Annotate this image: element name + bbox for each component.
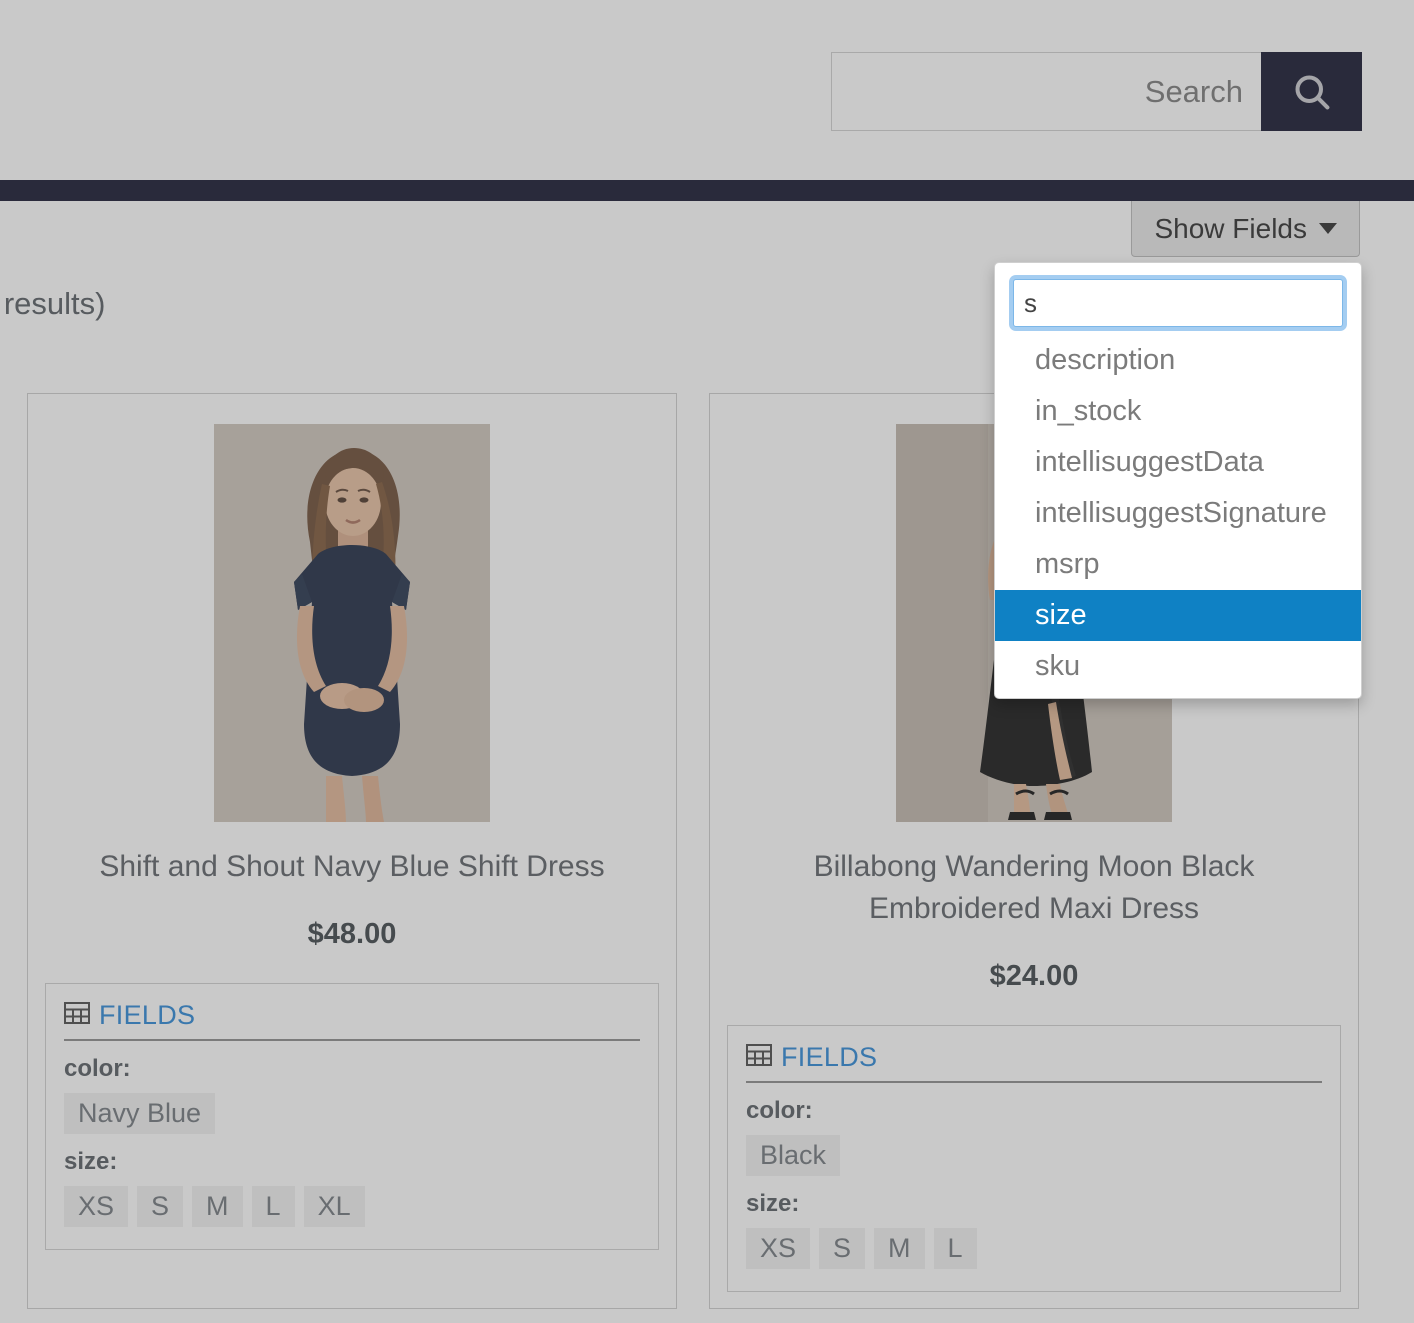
results-count: 6 results): [0, 286, 105, 322]
navy-divider-bar: [0, 180, 1414, 201]
field-value-chip: Navy Blue: [64, 1093, 215, 1134]
dropdown-item-sku[interactable]: sku: [995, 641, 1361, 692]
table-grid-icon: [64, 1001, 90, 1030]
field-value-chip: L: [252, 1186, 295, 1227]
dropdown-item-msrp[interactable]: msrp: [995, 539, 1361, 590]
field-value-chip: Black: [746, 1135, 840, 1176]
field-value-chip: XL: [304, 1186, 365, 1227]
search-submit-button[interactable]: [1261, 52, 1362, 131]
dropdown-item-intellisuggestData[interactable]: intellisuggestData: [995, 437, 1361, 488]
product-title: Shift and Shout Navy Blue Shift Dress: [72, 846, 632, 888]
dropdown-item-in_stock[interactable]: in_stock: [995, 386, 1361, 437]
search-input[interactable]: [831, 52, 1261, 131]
fields-panel-header: FIELDS: [64, 1000, 640, 1041]
fields-filter-input[interactable]: [1013, 279, 1343, 327]
dropdown-item-intellisuggestSignature[interactable]: intellisuggestSignature: [995, 488, 1361, 539]
field-key-color: color:: [746, 1097, 1322, 1125]
field-values-size: XS S M L XL: [64, 1186, 640, 1227]
fields-panel-header: FIELDS: [746, 1042, 1322, 1083]
field-values-size: XS S M L: [746, 1228, 1322, 1269]
product-price: $48.00: [308, 918, 397, 951]
field-values-color: Black: [746, 1135, 1322, 1176]
product-title: Billabong Wandering Moon Black Embroider…: [754, 846, 1314, 930]
fields-filter-wrap: [995, 263, 1361, 335]
show-fields-label: Show Fields: [1154, 213, 1307, 245]
field-value-chip: M: [192, 1186, 243, 1227]
show-fields-button[interactable]: Show Fields: [1131, 201, 1360, 257]
field-key-size: size:: [64, 1148, 640, 1176]
product-price: $24.00: [990, 960, 1079, 993]
fields-panel: FIELDS color: Black size: XS S M L: [727, 1025, 1341, 1292]
search-icon: [1290, 70, 1334, 114]
field-key-color: color:: [64, 1055, 640, 1083]
field-value-chip: XS: [64, 1186, 128, 1227]
field-value-chip: S: [137, 1186, 183, 1227]
search-bar: [831, 52, 1362, 131]
fields-panel: FIELDS color: Navy Blue size: XS S M L X…: [45, 983, 659, 1250]
field-value-chip: S: [819, 1228, 865, 1269]
show-fields-dropdown: description in_stock intellisuggestData …: [994, 262, 1362, 699]
fields-panel-label: FIELDS: [781, 1042, 877, 1073]
field-value-chip: M: [874, 1228, 925, 1269]
results-toolbar: Show Fields: [0, 201, 1414, 257]
product-card[interactable]: Shift and Shout Navy Blue Shift Dress $4…: [27, 393, 677, 1309]
dropdown-item-description[interactable]: description: [995, 335, 1361, 386]
fields-panel-label: FIELDS: [99, 1000, 195, 1031]
table-grid-icon: [746, 1043, 772, 1072]
chevron-down-icon: [1319, 223, 1337, 234]
dropdown-item-size[interactable]: size: [995, 590, 1361, 641]
field-key-size: size:: [746, 1190, 1322, 1218]
fields-dropdown-list: description in_stock intellisuggestData …: [995, 335, 1361, 692]
field-values-color: Navy Blue: [64, 1093, 640, 1134]
field-value-chip: L: [934, 1228, 977, 1269]
field-value-chip: XS: [746, 1228, 810, 1269]
site-header: [0, 0, 1414, 180]
product-image[interactable]: [214, 424, 490, 822]
